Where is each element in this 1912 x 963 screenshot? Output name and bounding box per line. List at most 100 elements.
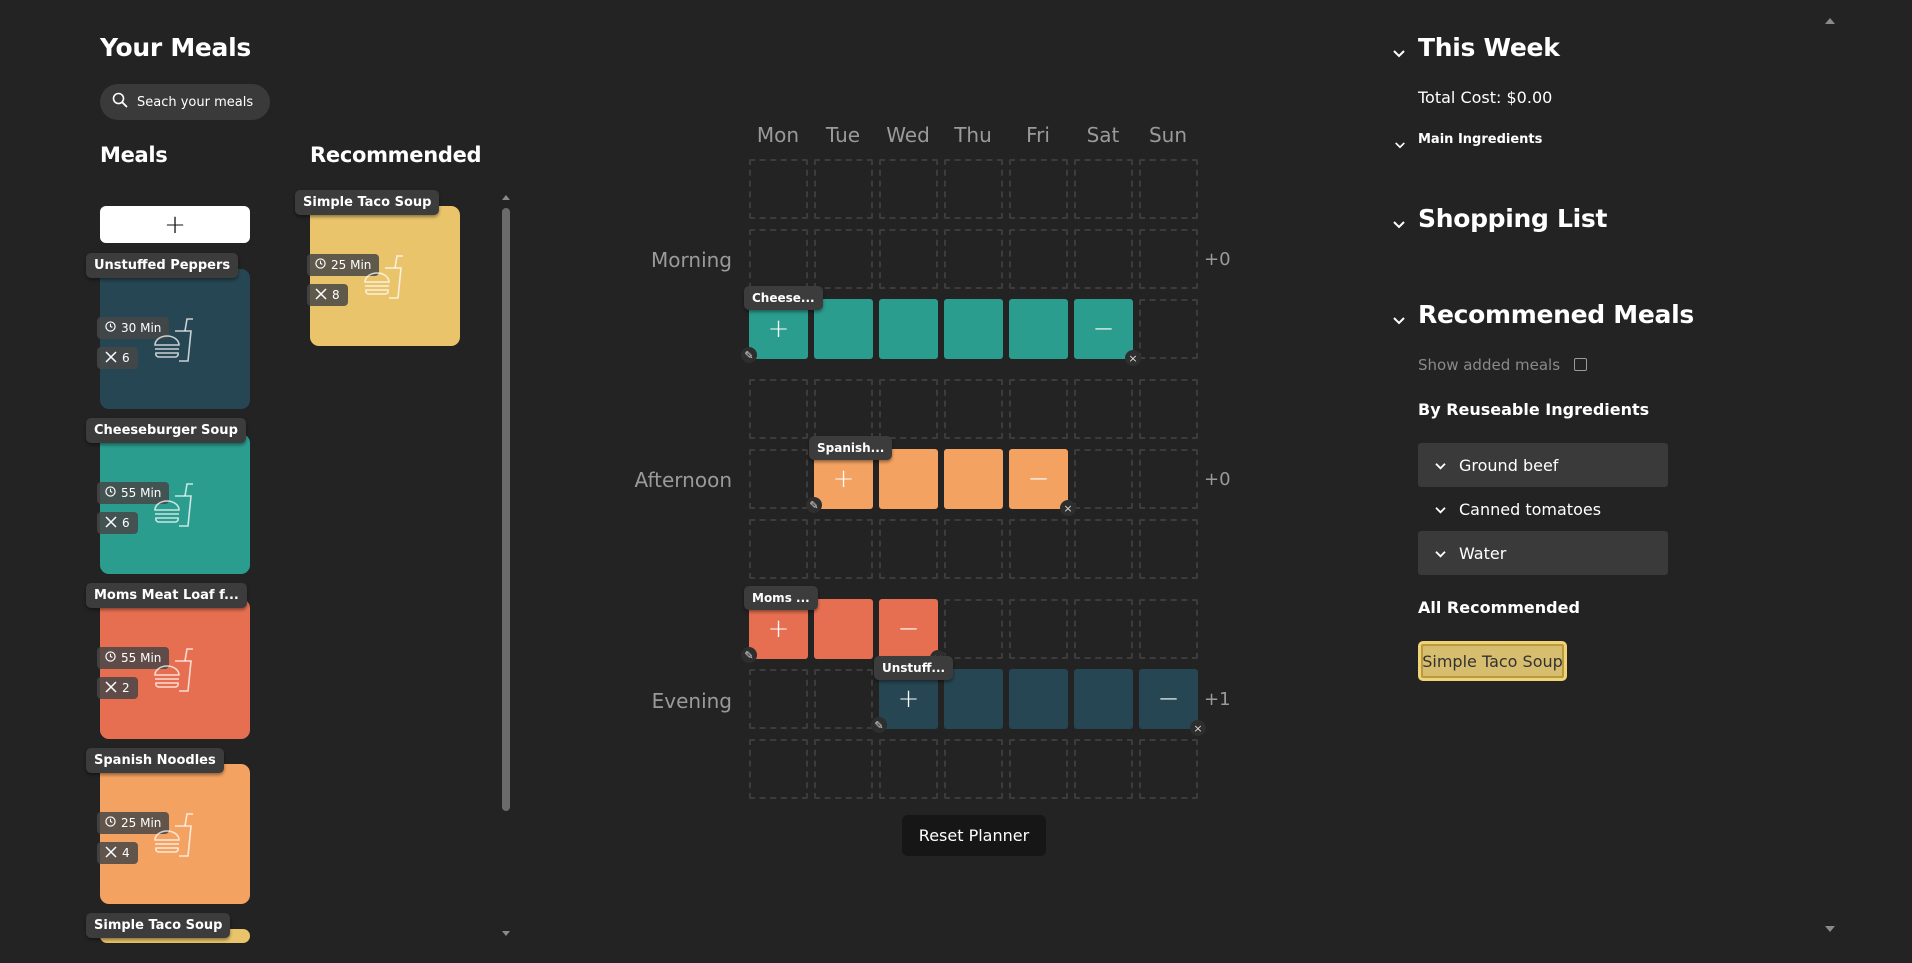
planner-empty-slot[interactable] bbox=[944, 229, 1003, 289]
planner-empty-slot[interactable] bbox=[749, 159, 808, 219]
planner-meal-tag[interactable]: Cheese... bbox=[744, 286, 823, 310]
planner-filled-slot[interactable] bbox=[1009, 669, 1068, 729]
planner-remove-serving-button[interactable]: − bbox=[1074, 299, 1133, 359]
planner-filled-slot[interactable] bbox=[814, 299, 873, 359]
search-input[interactable] bbox=[137, 94, 265, 110]
pencil-icon[interactable]: ✎ bbox=[806, 497, 822, 513]
all-recommended-heading: All Recommended bbox=[1418, 598, 1580, 617]
planner-empty-slot[interactable] bbox=[944, 599, 1003, 659]
planner-empty-slot[interactable] bbox=[1074, 599, 1133, 659]
ingredient-water[interactable]: Water bbox=[1418, 531, 1668, 575]
planner-empty-slot[interactable] bbox=[814, 669, 873, 729]
recommended-meal-card[interactable]: Simple Taco Soup 25 Min 8 bbox=[295, 190, 460, 346]
planner-empty-slot[interactable] bbox=[879, 739, 938, 799]
planner-empty-slot[interactable] bbox=[814, 739, 873, 799]
meal-card[interactable]: Moms Meat Loaf f... 55 Min 2 bbox=[86, 583, 250, 739]
planner-remove-serving-button[interactable]: − bbox=[1139, 669, 1198, 729]
this-week-heading[interactable]: This Week bbox=[1418, 33, 1560, 62]
search-bar[interactable] bbox=[100, 84, 270, 120]
meal-card[interactable]: Spanish Noodles 25 Min 4 bbox=[86, 748, 250, 904]
planner-empty-slot[interactable] bbox=[944, 519, 1003, 579]
planner-empty-slot[interactable] bbox=[1009, 599, 1068, 659]
planner-empty-slot[interactable] bbox=[1139, 449, 1198, 509]
planner-empty-slot[interactable] bbox=[1139, 739, 1198, 799]
planner-empty-slot[interactable] bbox=[1009, 379, 1068, 439]
planner-empty-slot[interactable] bbox=[879, 159, 938, 219]
planner-filled-slot[interactable] bbox=[944, 449, 1003, 509]
close-icon[interactable]: × bbox=[1125, 350, 1141, 366]
shopping-list-heading[interactable]: Shopping List bbox=[1418, 204, 1607, 233]
planner-empty-slot[interactable] bbox=[749, 379, 808, 439]
planner-remove-serving-button[interactable]: − bbox=[1009, 449, 1068, 509]
meal-card[interactable]: Unstuffed Peppers 30 Min 6 bbox=[86, 253, 250, 409]
planner-empty-slot[interactable] bbox=[814, 379, 873, 439]
planner-filled-slot[interactable] bbox=[814, 599, 873, 659]
planner-meal-tag[interactable]: Moms ... bbox=[744, 586, 818, 610]
planner-empty-slot[interactable] bbox=[1009, 159, 1068, 219]
planner-empty-slot[interactable] bbox=[1139, 519, 1198, 579]
scroll-down-arrow[interactable] bbox=[502, 931, 510, 936]
close-icon[interactable]: × bbox=[1190, 720, 1206, 736]
planner-filled-slot[interactable] bbox=[879, 299, 938, 359]
show-added-meals-checkbox[interactable] bbox=[1574, 358, 1587, 371]
close-icon[interactable]: × bbox=[1060, 500, 1076, 516]
meals-scrollbar[interactable] bbox=[502, 208, 510, 811]
add-meal-button[interactable]: + bbox=[100, 206, 250, 243]
main-ingredients-chevron-icon[interactable] bbox=[1394, 135, 1406, 154]
planner-filled-slot[interactable] bbox=[1009, 299, 1068, 359]
planner-empty-slot[interactable] bbox=[879, 379, 938, 439]
planner-empty-slot[interactable] bbox=[944, 739, 1003, 799]
planner-empty-slot[interactable] bbox=[814, 519, 873, 579]
shopping-list-chevron-icon[interactable] bbox=[1392, 215, 1406, 234]
planner-empty-slot[interactable] bbox=[1009, 519, 1068, 579]
planner-empty-slot[interactable] bbox=[944, 159, 1003, 219]
pencil-icon[interactable]: ✎ bbox=[741, 347, 757, 363]
planner-empty-slot[interactable] bbox=[1139, 599, 1198, 659]
planner-empty-slot[interactable] bbox=[749, 739, 808, 799]
this-week-chevron-icon[interactable] bbox=[1392, 44, 1406, 63]
planner-remove-serving-button[interactable]: − bbox=[879, 599, 938, 659]
planner-filled-slot[interactable] bbox=[944, 299, 1003, 359]
planner-empty-slot[interactable] bbox=[1074, 379, 1133, 439]
day-header: Mon bbox=[756, 123, 800, 147]
planner-empty-slot[interactable] bbox=[749, 449, 808, 509]
planner-empty-slot[interactable] bbox=[1139, 229, 1198, 289]
planner-empty-slot[interactable] bbox=[879, 519, 938, 579]
planner-empty-slot[interactable] bbox=[814, 159, 873, 219]
pencil-icon[interactable]: ✎ bbox=[871, 717, 887, 733]
recommended-meal-chip[interactable]: Simple Taco Soup bbox=[1418, 641, 1567, 681]
planner-empty-slot[interactable] bbox=[749, 229, 808, 289]
planner-empty-slot[interactable] bbox=[944, 379, 1003, 439]
ingredient-ground-beef[interactable]: Ground beef bbox=[1418, 443, 1668, 487]
planner-empty-slot[interactable] bbox=[1009, 739, 1068, 799]
planner-meal-tag[interactable]: Spanish... bbox=[809, 436, 893, 460]
planner-empty-slot[interactable] bbox=[879, 229, 938, 289]
planner-empty-slot[interactable] bbox=[1139, 159, 1198, 219]
planner-empty-slot[interactable] bbox=[749, 519, 808, 579]
minus-icon: − bbox=[897, 614, 920, 644]
scroll-up-arrow[interactable] bbox=[502, 195, 510, 200]
reset-planner-button[interactable]: Reset Planner bbox=[902, 815, 1046, 856]
page-scroll-up-arrow[interactable] bbox=[1825, 18, 1835, 24]
planner-meal-tag[interactable]: Unstuff... bbox=[874, 656, 954, 680]
planner-empty-slot[interactable] bbox=[1139, 299, 1198, 359]
planner-empty-slot[interactable] bbox=[1074, 739, 1133, 799]
planner-empty-slot[interactable] bbox=[1139, 379, 1198, 439]
meal-card[interactable]: Simple Taco Soup bbox=[86, 913, 250, 943]
planner-filled-slot[interactable] bbox=[944, 669, 1003, 729]
page-scroll-down-arrow[interactable] bbox=[1825, 926, 1835, 932]
main-ingredients-toggle[interactable]: Main Ingredients bbox=[1418, 132, 1542, 147]
planner-empty-slot[interactable] bbox=[1009, 229, 1068, 289]
planner-empty-slot[interactable] bbox=[1074, 449, 1133, 509]
pencil-icon[interactable]: ✎ bbox=[741, 647, 757, 663]
planner-empty-slot[interactable] bbox=[814, 229, 873, 289]
meal-card[interactable]: Cheeseburger Soup 55 Min 6 bbox=[86, 418, 250, 574]
planner-empty-slot[interactable] bbox=[1074, 519, 1133, 579]
planner-empty-slot[interactable] bbox=[1074, 229, 1133, 289]
ingredient-canned-tomatoes[interactable]: Canned tomatoes bbox=[1418, 487, 1668, 531]
recommended-meals-heading[interactable]: Recommened Meals bbox=[1418, 300, 1694, 329]
planner-empty-slot[interactable] bbox=[1074, 159, 1133, 219]
recommended-meals-chevron-icon[interactable] bbox=[1392, 311, 1406, 330]
planner-filled-slot[interactable] bbox=[1074, 669, 1133, 729]
planner-empty-slot[interactable] bbox=[749, 669, 808, 729]
